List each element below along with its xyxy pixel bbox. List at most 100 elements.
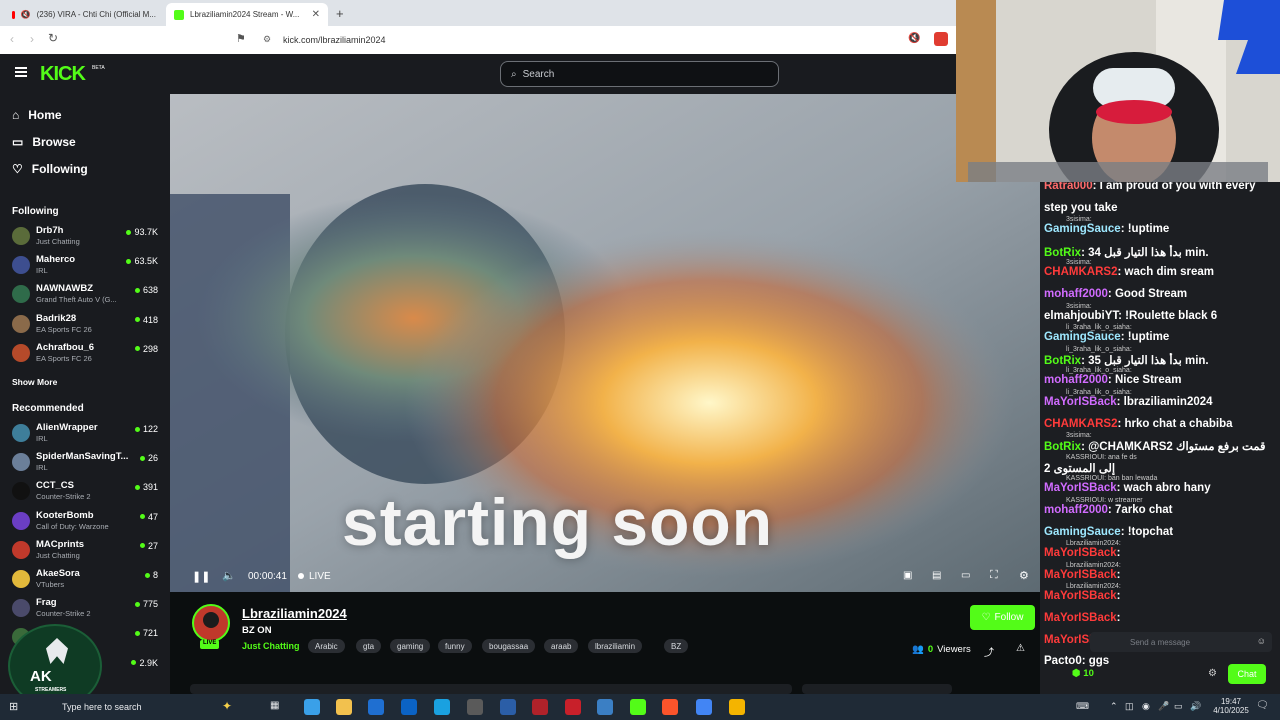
kick-app-icon[interactable] [630,699,646,715]
chat-message[interactable]: elmahjoubiYT: !Roulette black 6 [1044,310,1276,322]
volume-icon[interactable]: 🔊 [1190,701,1201,712]
sidebar-channel[interactable]: AkaeSora VTubers 8 [12,567,162,593]
stream-tag[interactable]: funny [438,639,472,653]
stream-tag[interactable]: araab [544,639,579,653]
channel-name[interactable]: Lbraziliamin2024 [242,606,347,621]
chat-message[interactable]: GamingSauce: !uptime [1044,331,1276,343]
windows-start-icon[interactable]: ⊞ [9,700,18,713]
stream-category[interactable]: Just Chatting [242,641,300,651]
theater-mode-icon[interactable]: ▭ [961,570,970,581]
sidebar-channel[interactable]: Maherco IRL 63.5K [12,253,162,279]
chat-send-button[interactable]: Chat [1228,664,1266,684]
stream-tag[interactable]: lbraziliamin [588,639,643,653]
chat-username[interactable]: CHAMKARS2 [1044,266,1117,278]
chat-username[interactable]: GamingSauce [1044,331,1121,343]
chat-message[interactable]: step you take [1044,202,1276,214]
report-icon[interactable]: ⚠ [1016,643,1025,654]
nav-home[interactable]: ⌂ Home [12,108,62,122]
search-input[interactable]: ⌕ Search [500,61,779,87]
new-tab-button[interactable]: + [336,6,344,21]
kick-logo[interactable]: KICK [40,63,86,86]
chat-message[interactable]: mohaff2000: 7arko chat [1044,504,1276,516]
chat-username[interactable]: CHAMKARS2 [1044,418,1117,430]
chat-username[interactable]: MaYorISBack [1044,482,1117,494]
url-field[interactable]: kick.com/lbraziliamin2024 [283,35,386,45]
chat-message[interactable]: MaYorISBack: [1044,569,1276,581]
close-tab-icon[interactable]: ✕ [312,9,320,20]
copilot-sparkle-icon[interactable]: ✦ [222,699,232,713]
settings-gear-icon[interactable]: ⚙ [1019,569,1029,582]
taskbar-search-input[interactable]: Type here to search [62,702,142,712]
channel-points[interactable]: ⬢ 10 [1072,668,1094,679]
chat-username[interactable]: MaYorISBack [1044,396,1117,408]
chat-username[interactable]: Ratra000 [1044,182,1093,192]
file-explorer-icon[interactable] [336,699,352,715]
stream-tag[interactable]: bougassaa [482,639,536,653]
chat-message[interactable]: GamingSauce: !topchat [1044,526,1276,538]
sidebar-channel[interactable]: CCT_CS Counter-Strike 2 391 [12,479,162,505]
bookmark-icon[interactable]: ⚑ [236,32,246,45]
fullscreen-icon[interactable]: ⛶ [990,569,998,582]
chat-message[interactable]: BotRix: بدأ هذا التيار قبل 35 min. [1044,353,1276,367]
notifications-icon[interactable]: 🗨 [1256,700,1269,711]
chat-username[interactable]: mohaff2000 [1044,504,1108,516]
chat-username[interactable]: MaYorISBack [1044,569,1117,581]
copilot-app-icon[interactable] [304,699,320,715]
chat-message[interactable]: MaYorISBack: wach abro hany [1044,482,1276,494]
mute-site-icon[interactable]: 🔇 [908,33,920,44]
stream-tag[interactable]: BZ [664,639,689,653]
chat-message[interactable]: GamingSauce: !uptime [1044,223,1276,235]
chat-username[interactable]: MaYorISBack [1044,612,1117,624]
chrome-canary-icon[interactable] [729,699,745,715]
sidebar-channel[interactable]: NAWNAWBZ Grand Theft Auto V (G... 638 [12,282,162,308]
network-icon[interactable]: ▭ [1174,701,1183,712]
browser-tab-youtube[interactable]: 🔇 (236) VIRA - Chti Chi (Official M... [4,3,164,26]
chat-username[interactable]: mohaff2000 [1044,288,1108,300]
back-icon[interactable]: ‹ [10,32,14,46]
store-icon[interactable] [368,699,384,715]
chat-username[interactable]: BotRix [1044,441,1081,453]
chat-message[interactable]: BotRix: بدأ هذا التيار قبل 34 min. [1044,245,1276,259]
stream-tag[interactable]: Arabic [308,639,345,653]
show-more-button[interactable]: Show More [12,377,57,387]
chat-username[interactable]: BotRix [1044,247,1081,259]
chat-message[interactable]: CHAMKARS2: wach dim sream [1044,266,1276,278]
app-icon[interactable] [597,699,613,715]
edge-icon[interactable] [434,699,450,715]
chat-username[interactable]: GamingSauce [1044,526,1121,538]
volume-icon[interactable]: 🔈 [222,569,236,582]
clip-icon[interactable]: ▣ [903,570,912,581]
browser-tab-kick[interactable]: Lbraziliamin2024 Stream - W... ✕ [166,3,328,26]
sidebar-channel[interactable]: Frag Counter-Strike 2 775 [12,596,162,622]
keyboard-icon[interactable]: ⌨ [1076,701,1089,712]
hamburger-menu-icon[interactable] [15,67,27,77]
pdf-icon[interactable] [565,699,581,715]
outlook-icon[interactable] [401,699,417,715]
tray-app-icon[interactable]: ◉ [1142,701,1150,712]
sidebar-channel[interactable]: KooterBomb Call of Duty: Warzone 47 [12,509,162,535]
sidebar-channel[interactable]: Drb7h Just Chatting 93.7K [12,224,162,250]
stream-tag[interactable]: gta [356,639,382,653]
pip-icon[interactable]: ▤ [932,570,941,581]
sidebar-channel[interactable]: MACprints Just Chatting 27 [12,538,162,564]
obs-icon[interactable] [467,699,483,715]
nav-following[interactable]: ♡ Following [12,162,88,176]
site-info-icon[interactable]: ⚙ [263,34,271,45]
brave-icon[interactable] [662,699,678,715]
voicemod-icon[interactable] [532,699,548,715]
tray-chevron-icon[interactable]: ⌃ [1110,701,1118,712]
task-view-icon[interactable]: ▦ [270,700,279,711]
tray-app-icon[interactable]: ◫ [1125,701,1134,712]
sidebar-channel[interactable]: SpiderManSavingT... IRL 26 [12,450,162,476]
chat-message[interactable]: MaYorISBack: [1044,612,1276,624]
brave-shield-icon[interactable] [934,32,948,46]
follow-button[interactable]: ♡ Follow [970,605,1035,630]
chat-message[interactable]: MaYorISBack: lbraziliamin2024 [1044,396,1276,408]
chat-username[interactable]: MaYorISBack [1044,590,1117,602]
chat-username[interactable]: Pacto0 [1044,655,1082,667]
sidebar-channel[interactable]: Achrafbou_6 EA Sports FC 26 298 [12,341,162,367]
chat-message[interactable]: mohaff2000: Nice Stream [1044,374,1276,386]
chat-username[interactable]: MaYorISBack [1044,547,1117,559]
emoji-icon[interactable]: ☺ [1257,636,1266,646]
chat-input[interactable]: Send a message ☺ [1090,632,1272,652]
